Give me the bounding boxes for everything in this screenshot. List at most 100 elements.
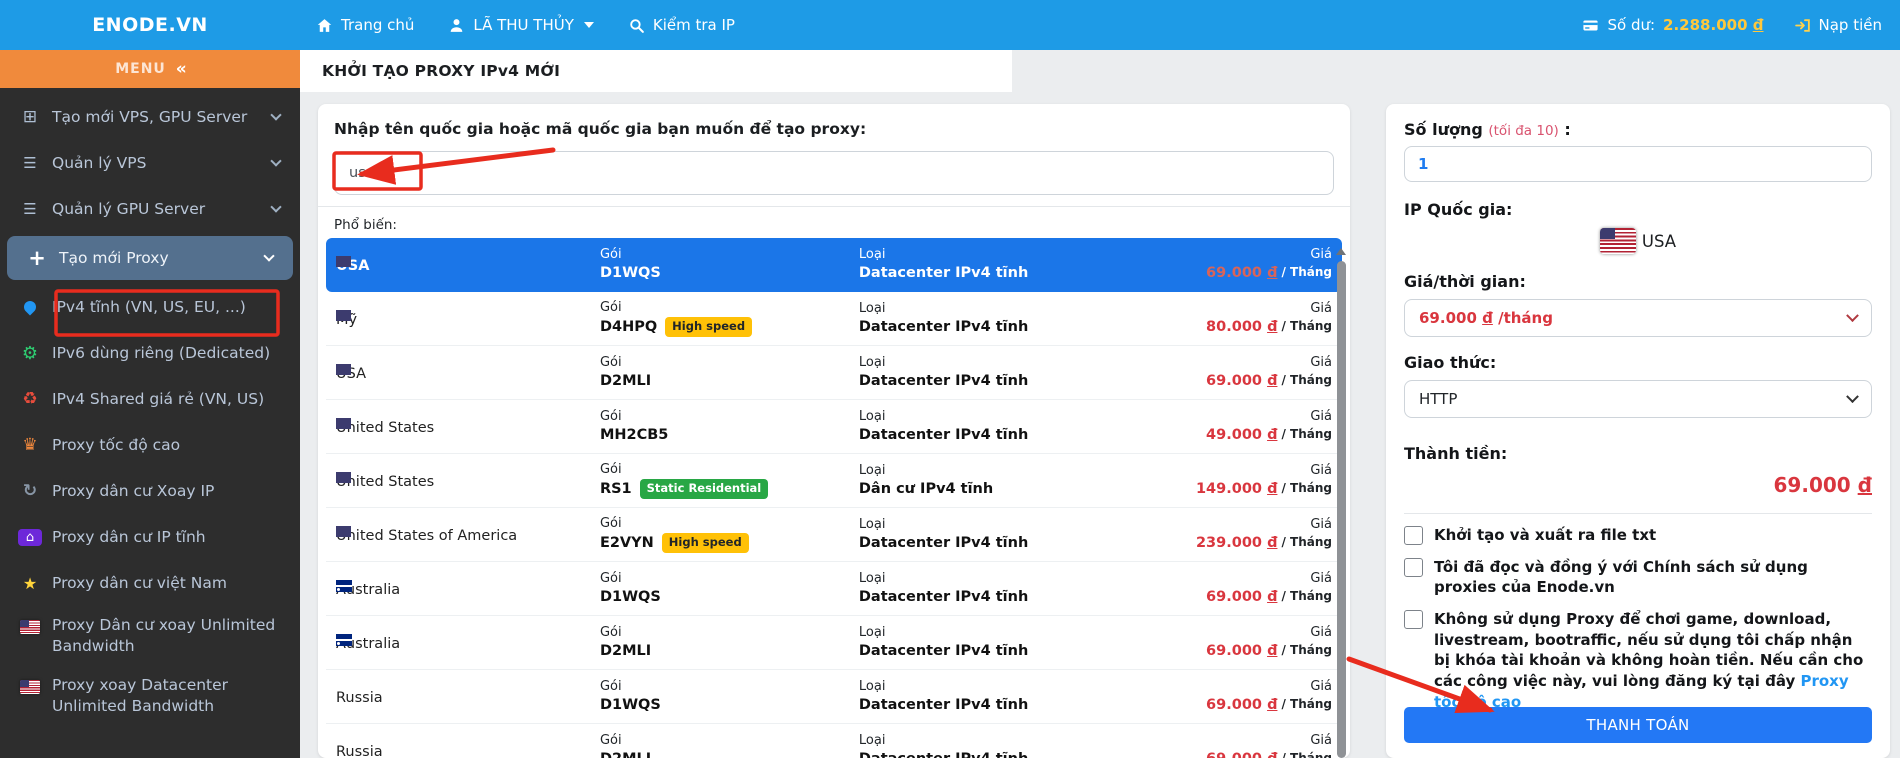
currency-symbol: đ: [1267, 642, 1278, 659]
scrollbar-up-arrow-icon[interactable]: [1336, 248, 1346, 255]
sidebar-item-label: Quản lý VPS: [52, 154, 147, 172]
row-package-code: D2MLI: [599, 642, 652, 659]
row-price-cell: Giá 49.000 đ / Tháng: [1173, 409, 1332, 445]
nav-user-menu[interactable]: LÃ THU THỦY: [448, 16, 594, 34]
list-scrollbar[interactable]: [1335, 244, 1347, 758]
sidebar-item-label: IPv4 tĩnh (VN, US, EU, ...): [52, 298, 246, 316]
row-package-header: Gói: [599, 300, 622, 316]
row-price-value: 49.000 đ: [1206, 426, 1278, 443]
agree-policy-checkbox[interactable]: [1404, 557, 1423, 577]
proxy-row[interactable]: United States Gói MH2CB5 Loại Datacenter…: [326, 400, 1342, 454]
flag-us-icon: [18, 618, 42, 636]
row-price-header: Giá: [1310, 408, 1332, 424]
protocol-select[interactable]: HTTP: [1404, 380, 1872, 418]
sidebar-item-proxy-rotating-unlimited[interactable]: Proxy Dân cư xoay Unlimited Bandwidth: [0, 606, 300, 666]
sidebar-item-create-vps-gpu[interactable]: Tạo mới VPS, GPU Server: [0, 94, 300, 140]
row-price-cell: Giá 69.000 đ/ Tháng: [1173, 679, 1332, 715]
quantity-input[interactable]: [1404, 146, 1872, 182]
row-country-cell: Mỹ: [336, 310, 600, 328]
row-package-header: Gói: [599, 408, 622, 424]
proxy-row[interactable]: Australia Gói D1WQS Loại Datacenter IPv4…: [326, 562, 1342, 616]
proxy-row[interactable]: USA Gói D2MLI Loại Datacenter IPv4 tĩnh …: [326, 346, 1342, 400]
row-country-cell: Russia: [336, 742, 600, 758]
credit-card-icon: [1583, 20, 1599, 30]
row-price-cell: Giá 69.000 đ/ Tháng: [1173, 733, 1332, 758]
sidebar-item-proxy-residential-vn[interactable]: Proxy dân cư việt Nam: [0, 560, 300, 606]
row-badge: Static Residential: [639, 478, 769, 499]
menu-collapse-header[interactable]: MENU «: [0, 50, 300, 88]
nav-user-label: LÃ THU THỦY: [473, 16, 574, 34]
row-price-header: Giá: [1310, 732, 1332, 748]
export-txt-option: Khởi tạo và xuất ra file txt: [1404, 525, 1872, 546]
balance-label: Số dư:: [1607, 16, 1656, 34]
row-type-header: Loại: [858, 354, 886, 370]
proxy-row[interactable]: Russia Gói D1WQS Loại Datacenter IPv4 tĩ…: [326, 670, 1342, 724]
row-country-name: USA: [336, 257, 370, 274]
sidebar-item-label: Proxy tốc độ cao: [52, 436, 181, 454]
currency-symbol: đ: [1267, 318, 1278, 335]
row-price-header: Giá: [1310, 624, 1332, 640]
row-package-cell: Gói D1WQS: [600, 247, 859, 283]
sidebar: MENU « Tạo mới VPS, GPU Server Quản lý V…: [0, 50, 300, 758]
row-price-suffix: / Tháng: [1281, 643, 1332, 658]
row-country-name: United States: [336, 419, 435, 436]
proxy-row[interactable]: United States Gói RS1 Static Residential …: [326, 454, 1342, 508]
sidebar-item-proxy-high-speed[interactable]: Proxy tốc độ cao: [0, 422, 300, 468]
sidebar-item-proxy-datacenter-unlimited[interactable]: Proxy xoay Datacenter Unlimited Bandwidt…: [0, 666, 300, 726]
row-price-cell: Giá 149.000 đ / Tháng: [1173, 463, 1332, 499]
sidebar-item-proxy-residential-static[interactable]: Proxy dân cư IP tĩnh: [0, 514, 300, 560]
chevron-down-icon: [1846, 308, 1859, 322]
rotate-icon: [18, 482, 42, 500]
row-package-code: D2MLI: [599, 372, 652, 389]
page-header: KHỞI TẠO PROXY IPv4 MỚI: [300, 50, 1012, 92]
collapse-double-chevron-icon: «: [175, 59, 187, 79]
nav-check-ip[interactable]: Kiểm tra IP: [628, 16, 735, 34]
logo[interactable]: ENODE.VN: [0, 14, 300, 36]
protocol-value: HTTP: [1419, 390, 1458, 408]
ip-country-label: IP Quốc gia:: [1404, 200, 1513, 219]
row-price-value: 239.000 đ: [1195, 534, 1278, 551]
balance[interactable]: Số dư: 2.288.000 đ: [1582, 16, 1764, 34]
home-icon: [18, 528, 42, 546]
row-country-name: United States: [336, 473, 435, 490]
row-package-cell: Gói RS1 Static Residential: [600, 462, 859, 499]
pay-button[interactable]: THANH TOÁN: [1404, 707, 1872, 743]
sidebar-item-ipv4-shared[interactable]: IPv4 Shared giá rẻ (VN, US): [0, 376, 300, 422]
proxy-row[interactable]: Russia Gói D2MLI Loại Datacenter IPv4 tĩ…: [326, 724, 1342, 758]
row-type-cell: Loại Datacenter IPv4 tĩnh: [859, 679, 1173, 715]
row-type-cell: Loại Datacenter IPv4 tĩnh: [859, 733, 1173, 758]
total-amount: 69.000 đ: [1773, 473, 1872, 497]
sidebar-item-proxy-residential-rotating[interactable]: Proxy dân cư Xoay IP: [0, 468, 300, 514]
scrollbar-thumb[interactable]: [1336, 261, 1346, 758]
row-type-cell: Loại Datacenter IPv4 tĩnh: [859, 517, 1173, 553]
country-search-input[interactable]: [334, 151, 1334, 195]
row-price-cell: Giá 69.000 đ/ Tháng: [1173, 247, 1332, 283]
sidebar-item-manage-vps[interactable]: Quản lý VPS: [0, 140, 300, 186]
proxy-row[interactable]: USA Gói D1WQS Loại Datacenter IPv4 tĩnh …: [326, 238, 1342, 292]
nav-right: Số dư: 2.288.000 đ Nạp tiền: [1582, 16, 1900, 34]
export-txt-checkbox[interactable]: [1404, 526, 1423, 545]
order-panel: Số lượng (tối đa 10) : IP Quốc gia: USA …: [1386, 104, 1890, 758]
row-type-header: Loại: [858, 732, 886, 748]
sidebar-item-ipv6-dedicated[interactable]: IPv6 dùng riêng (Dedicated): [0, 330, 300, 376]
proxy-row[interactable]: Australia Gói D2MLI Loại Datacenter IPv4…: [326, 616, 1342, 670]
sidebar-item-create-proxy[interactable]: Tạo mới Proxy: [7, 236, 293, 280]
price-duration-select[interactable]: 69.000 đ /tháng: [1404, 299, 1872, 337]
chevron-down-icon: [270, 109, 282, 121]
chevron-down-icon: [270, 155, 282, 167]
row-type-header: Loại: [858, 408, 886, 424]
row-package-header: Gói: [599, 516, 622, 532]
usage-terms-checkbox[interactable]: [1404, 610, 1423, 630]
topup-button[interactable]: Nạp tiền: [1794, 16, 1882, 34]
nav-home[interactable]: Trang chủ: [316, 16, 414, 34]
row-type-cell: Loại Datacenter IPv4 tĩnh: [859, 625, 1173, 661]
proxy-row[interactable]: United States of America Gói E2VYN High s…: [326, 508, 1342, 562]
sidebar-item-label: Proxy dân cư việt Nam: [52, 574, 227, 592]
sidebar-item-manage-gpu[interactable]: Quản lý GPU Server: [0, 186, 300, 232]
proxy-row[interactable]: Mỹ Gói D4HPQ High speed Loại Datacenter I…: [326, 292, 1342, 346]
row-type-cell: Loại Dân cư IPv4 tĩnh: [859, 463, 1173, 499]
sidebar-item-ipv4-static[interactable]: IPv4 tĩnh (VN, US, EU, ...): [0, 284, 300, 330]
currency-symbol: đ: [1267, 426, 1278, 443]
row-price-value: 69.000 đ: [1206, 264, 1278, 281]
quantity-hint: (tối đa 10): [1488, 123, 1559, 139]
